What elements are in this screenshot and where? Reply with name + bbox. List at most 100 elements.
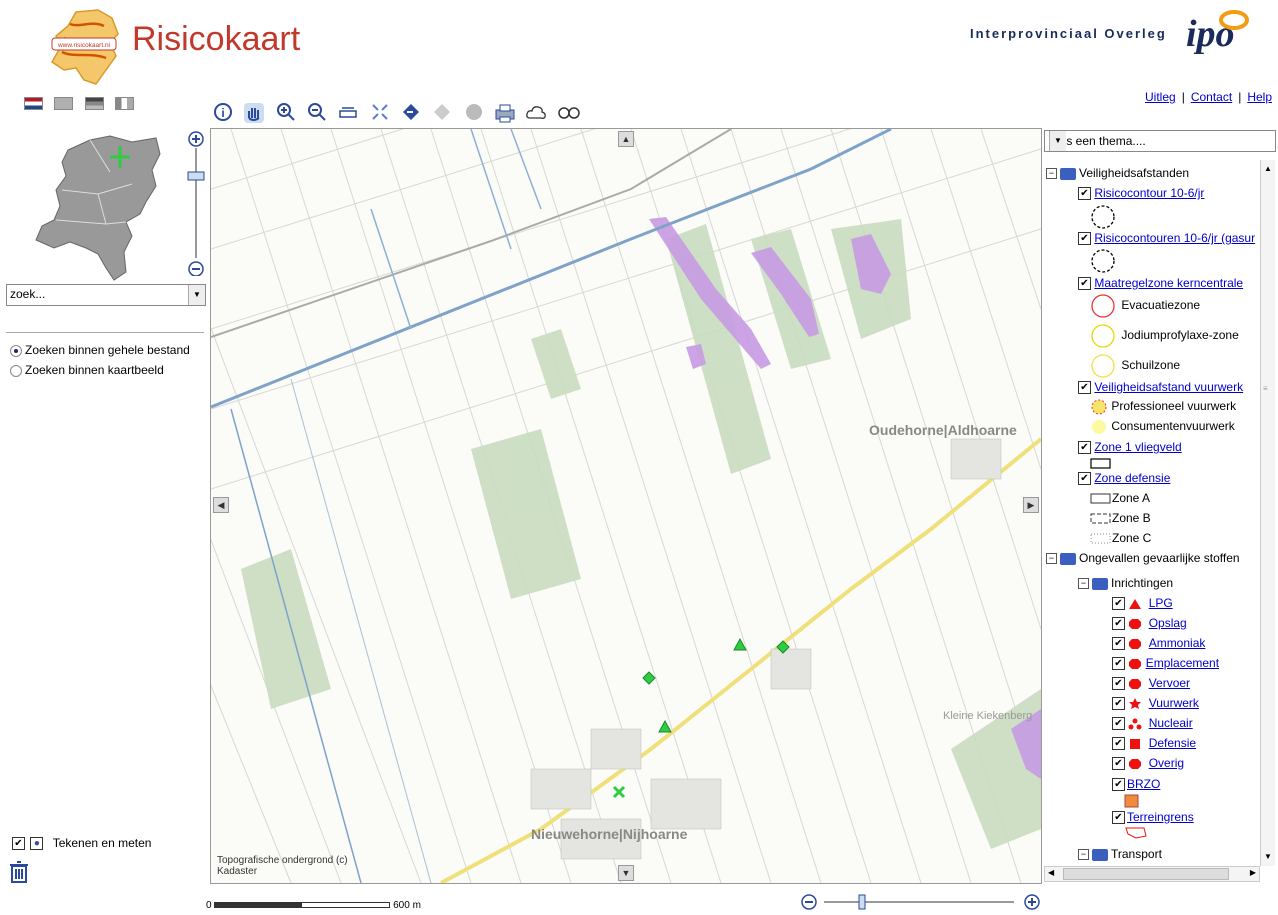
legend-item-zone-defensie[interactable]: ✔ Zone defensie xyxy=(1078,471,1170,486)
search-scope-view[interactable]: Zoeken binnen kaartbeeld xyxy=(10,363,164,377)
legend-item-risicocontouren[interactable]: ✔ Risicocontouren 10-6/jr (gasur xyxy=(1078,231,1255,246)
legend-item-ammoniak[interactable]: ✔ Ammoniak xyxy=(1112,636,1205,651)
checkbox[interactable]: ✔ xyxy=(1112,637,1125,651)
scroll-left-icon[interactable]: ◀ xyxy=(1048,868,1054,877)
map-label-oudehorne: Oudehorne|Aldhoarne xyxy=(869,422,1017,438)
info-icon[interactable]: i xyxy=(212,102,234,124)
legend-group-ongevallen[interactable]: − Ongevallen gevaarlijke stoffen xyxy=(1046,551,1240,565)
link-icon[interactable] xyxy=(557,102,580,124)
zoom-slider[interactable] xyxy=(186,130,208,277)
legend-group-transport[interactable]: − Transport xyxy=(1078,847,1162,861)
chevron-down-icon[interactable]: ▼ xyxy=(1049,131,1066,151)
forward-icon[interactable] xyxy=(431,102,453,124)
pan-left-icon[interactable]: ◀ xyxy=(213,497,229,513)
checkbox[interactable]: ✔ xyxy=(1112,757,1125,771)
measure-icon[interactable] xyxy=(337,102,359,124)
search-scope-all[interactable]: Zoeken binnen gehele bestand xyxy=(10,343,190,357)
flag-uk-icon[interactable] xyxy=(54,97,74,111)
legend-item-vervoer[interactable]: ✔ Vervoer xyxy=(1112,676,1190,691)
checkbox[interactable]: ✔ xyxy=(1078,187,1091,201)
full-extent-icon[interactable] xyxy=(369,102,391,124)
theme-select[interactable]: Kies een thema.... ▼ xyxy=(1044,130,1276,152)
print-icon[interactable] xyxy=(494,102,516,124)
legend-item-zone1[interactable]: ✔ Zone 1 vliegveld xyxy=(1078,440,1182,455)
folder-icon xyxy=(1060,167,1076,180)
folder-icon xyxy=(1092,848,1108,861)
language-flags xyxy=(24,96,142,111)
attribution-line1: Topografische ondergrond (c) xyxy=(217,855,348,866)
scroll-up-icon[interactable]: ▲ xyxy=(1264,164,1272,173)
legend-horizontal-scrollbar[interactable]: ◀ ▶ xyxy=(1044,866,1260,882)
checkbox[interactable]: ✔ xyxy=(1112,657,1125,671)
legend-item-nucleair[interactable]: ✔ Nucleair xyxy=(1112,716,1193,731)
legend-item-risicocontour[interactable]: ✔ Risicocontour 10-6/jr xyxy=(1078,186,1204,201)
collapse-icon[interactable]: − xyxy=(1078,849,1089,861)
scroll-thumb[interactable]: ≡ xyxy=(1263,384,1273,393)
legend-item-maatregelzone[interactable]: ✔ Maatregelzone kerncentrale xyxy=(1078,276,1243,291)
pan-down-icon[interactable]: ▼ xyxy=(618,865,634,881)
scroll-down-icon[interactable]: ▼ xyxy=(1264,852,1272,861)
legend-item-vuurwerk-afstand[interactable]: ✔ Veiligheidsafstand vuurwerk xyxy=(1078,380,1243,395)
overview-map[interactable] xyxy=(28,124,168,284)
checkbox[interactable]: ✔ xyxy=(1078,232,1091,246)
checkbox[interactable]: ✔ xyxy=(1112,617,1125,631)
uitleg-link[interactable]: Uitleg xyxy=(1145,90,1176,104)
yellow-circle-icon xyxy=(1091,324,1115,348)
zoom-in-icon[interactable] xyxy=(275,102,297,124)
legend-item-terreingrens[interactable]: ✔ Terreingrens xyxy=(1112,810,1194,825)
pan-hand-icon[interactable] xyxy=(243,102,265,124)
checkbox[interactable]: ✔ xyxy=(1078,472,1091,486)
help-link[interactable]: Help xyxy=(1247,90,1272,104)
legend-group-inrichtingen[interactable]: − Inrichtingen xyxy=(1078,576,1173,590)
chevron-down-icon[interactable]: ▼ xyxy=(188,285,205,305)
legend-vertical-scrollbar[interactable]: ▲ ≡ ▼ xyxy=(1260,160,1275,866)
checkbox[interactable]: ✔ xyxy=(1112,778,1125,792)
dashed-circle-icon xyxy=(1090,248,1116,277)
checkbox[interactable]: ✔ xyxy=(1112,677,1125,691)
legend-item-lpg[interactable]: ✔ LPG xyxy=(1112,596,1173,611)
back-icon[interactable] xyxy=(400,102,422,124)
scroll-thumb[interactable] xyxy=(1063,868,1229,880)
legend-item-overig[interactable]: ✔ Overig xyxy=(1112,756,1184,771)
flag-de-icon[interactable] xyxy=(84,97,104,111)
pan-right-icon[interactable]: ▶ xyxy=(1023,497,1039,513)
checkbox[interactable]: ✔ xyxy=(1078,441,1091,455)
legend-group-veiligheidsafstanden[interactable]: − Veiligheidsafstanden xyxy=(1046,166,1189,180)
legend-item-defensie[interactable]: ✔ Defensie xyxy=(1112,736,1196,751)
collapse-icon[interactable]: − xyxy=(1046,168,1057,180)
drawing-checkbox[interactable]: ✔ xyxy=(12,837,25,851)
checkbox[interactable]: ✔ xyxy=(1078,277,1091,291)
checkbox[interactable]: ✔ xyxy=(1112,717,1125,731)
legend-item-vuurwerk[interactable]: ✔ Vuurwerk xyxy=(1112,696,1199,711)
bottom-zoom-slider[interactable] xyxy=(800,892,1040,912)
radio-unselected[interactable] xyxy=(10,364,22,377)
cloud-icon[interactable] xyxy=(525,102,547,124)
contact-link[interactable]: Contact xyxy=(1191,90,1232,104)
zoom-out-icon[interactable] xyxy=(306,102,328,124)
main-map[interactable]: Oudehorne|Aldhoarne Nieuwehorne|Nijhoarn… xyxy=(210,128,1042,884)
checkbox[interactable]: ✔ xyxy=(1112,597,1125,611)
checkbox[interactable]: ✔ xyxy=(1112,737,1125,751)
legend-item-opslag[interactable]: ✔ Opslag xyxy=(1112,616,1187,631)
checkbox[interactable]: ✔ xyxy=(1078,381,1091,395)
checkbox[interactable]: ✔ xyxy=(1112,811,1125,825)
checkbox[interactable]: ✔ xyxy=(1112,697,1125,711)
legend-item-emplacement[interactable]: ✔ Emplacement xyxy=(1112,656,1219,671)
collapse-icon[interactable]: − xyxy=(1078,578,1089,590)
map-attribution: Topografische ondergrond (c) Kadaster xyxy=(217,855,348,877)
flag-nl-icon[interactable] xyxy=(24,97,43,111)
trash-icon[interactable] xyxy=(8,860,30,890)
clear-icon[interactable] xyxy=(463,102,485,124)
scroll-right-icon[interactable]: ▶ xyxy=(1250,868,1256,877)
drawing-tool-icon[interactable]: ● xyxy=(30,837,44,851)
search-input[interactable] xyxy=(7,285,189,303)
flag-fr-icon[interactable] xyxy=(115,97,135,111)
drawing-toggle[interactable]: ✔ ● Tekenen en meten xyxy=(12,836,151,851)
legend-item-brzo[interactable]: ✔ BRZO xyxy=(1112,777,1160,792)
collapse-icon[interactable]: − xyxy=(1046,553,1057,565)
pan-up-icon[interactable]: ▲ xyxy=(618,131,634,147)
radio-selected[interactable] xyxy=(10,344,22,357)
risicokaart-logo: www.risicokaart.nl xyxy=(46,8,130,88)
search-scope-all-label: Zoeken binnen gehele bestand xyxy=(25,343,190,357)
search-combobox[interactable]: ▼ xyxy=(6,284,206,306)
